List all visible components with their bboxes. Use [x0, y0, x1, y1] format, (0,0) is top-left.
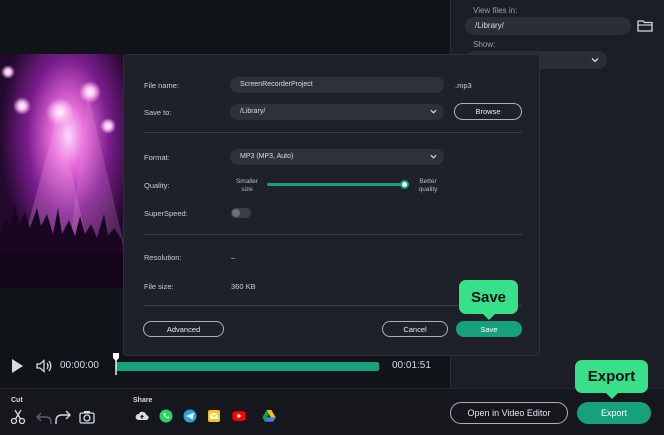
quality-label: Quality: — [144, 181, 170, 190]
export-callout: Export — [575, 360, 648, 399]
cancel-button[interactable]: Cancel — [382, 321, 448, 337]
scissors-icon[interactable] — [10, 409, 26, 425]
quality-max-line1: Better — [419, 178, 437, 185]
advanced-button[interactable]: Advanced — [143, 321, 224, 337]
save-to-label: Save to: — [144, 108, 172, 117]
divider — [144, 132, 522, 133]
chevron-down-icon — [591, 58, 599, 63]
quality-slider-handle[interactable] — [400, 180, 409, 189]
save-to-value: /Library/ — [240, 108, 266, 115]
play-icon[interactable] — [12, 359, 23, 373]
playhead-handle[interactable] — [113, 353, 119, 375]
superspeed-label: SuperSpeed: — [144, 209, 188, 218]
quality-max-note: Better quality — [410, 178, 446, 193]
redo-icon[interactable] — [55, 409, 71, 425]
quality-max-line2: quality — [418, 185, 438, 193]
share-section-label: Share — [133, 397, 153, 404]
current-time: 00:00:00 — [60, 360, 99, 371]
save-button[interactable]: Save — [456, 321, 522, 337]
youtube-icon[interactable] — [232, 409, 246, 423]
cut-section-label: Cut — [11, 397, 23, 404]
email-icon[interactable] — [207, 409, 221, 423]
volume-icon[interactable] — [35, 357, 53, 375]
open-in-video-editor-button[interactable]: Open in Video Editor — [450, 402, 568, 424]
google-drive-icon[interactable] — [262, 409, 276, 423]
file-name-input[interactable]: ScreenRecorderProject — [230, 77, 444, 93]
quality-min-line1: Smaller — [235, 178, 259, 185]
save-callout: Save — [459, 280, 518, 320]
cloud-upload-icon[interactable] — [135, 409, 149, 423]
timeline-track[interactable] — [116, 362, 379, 371]
total-time: 00:01:51 — [392, 360, 431, 371]
quality-min-line2: size — [241, 185, 253, 193]
save-to-select[interactable]: /Library/ — [230, 104, 444, 120]
whatsapp-icon[interactable] — [159, 409, 173, 423]
file-size-label: File size: — [144, 282, 174, 291]
format-value: MP3 (MP3, Auto) — [240, 153, 294, 160]
export-button[interactable]: Export — [577, 402, 651, 424]
toggle-knob — [232, 209, 240, 217]
file-size-value: 360 KB — [231, 282, 256, 291]
file-extension: .mp3 — [455, 81, 472, 90]
superspeed-toggle[interactable] — [231, 208, 251, 218]
show-label: Show: — [473, 40, 496, 49]
undo-icon[interactable] — [36, 409, 52, 425]
bottom-toolbar: Cut Share Open in Video Editor Export — [0, 388, 664, 435]
divider — [144, 234, 522, 235]
format-select[interactable]: MP3 (MP3, Auto) — [230, 149, 444, 165]
browse-button[interactable]: Browse — [454, 103, 522, 120]
chevron-down-icon — [430, 154, 437, 159]
folder-icon[interactable] — [637, 19, 653, 32]
telegram-icon[interactable] — [183, 409, 197, 423]
quality-slider-track[interactable] — [267, 183, 406, 186]
file-name-label: File name: — [144, 81, 180, 90]
chevron-down-icon — [430, 109, 437, 114]
resolution-label: Resolution: — [144, 253, 182, 262]
format-label: Format: — [144, 153, 170, 162]
concert-video-frame — [0, 54, 124, 288]
view-files-label: View files in: — [473, 6, 518, 15]
resolution-value: – — [231, 253, 236, 262]
view-files-path-field[interactable]: /Library/ — [465, 17, 631, 35]
quality-min-note: Smaller size — [229, 178, 265, 193]
camera-icon[interactable] — [79, 409, 95, 425]
